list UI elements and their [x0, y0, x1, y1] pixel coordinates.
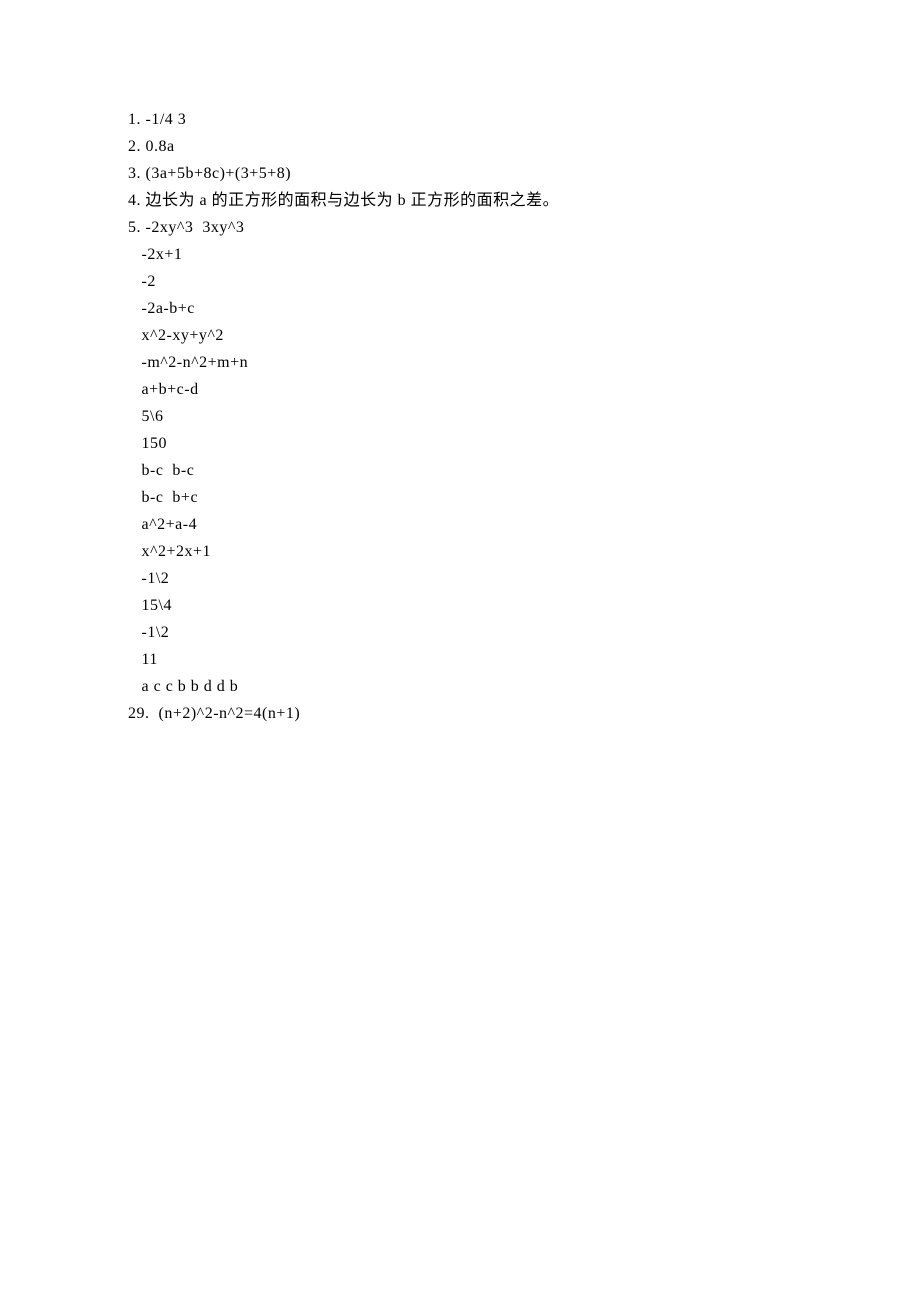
answer-line-7: -2 — [128, 270, 920, 294]
answer-line-18: -1\2 — [128, 567, 920, 591]
answer-line-19: 15\4 — [128, 594, 920, 618]
answer-line-13: 150 — [128, 432, 920, 456]
document-body: 1. -1/4 3 2. 0.8a 3. (3a+5b+8c)+(3+5+8) … — [128, 108, 920, 726]
answer-line-4: 4. 边长为 a 的正方形的面积与边长为 b 正方形的面积之差。 — [128, 189, 920, 213]
answer-line-20: -1\2 — [128, 621, 920, 645]
answer-line-1: 1. -1/4 3 — [128, 108, 920, 132]
answer-line-12: 5\6 — [128, 405, 920, 429]
answer-line-5: 5. -2xy^3 3xy^3 — [128, 216, 920, 240]
answer-line-21: 11 — [128, 648, 920, 672]
answer-line-3: 3. (3a+5b+8c)+(3+5+8) — [128, 162, 920, 186]
answer-line-8: -2a-b+c — [128, 297, 920, 321]
answer-line-17: x^2+2x+1 — [128, 540, 920, 564]
answer-line-6: -2x+1 — [128, 243, 920, 267]
answer-line-2: 2. 0.8a — [128, 135, 920, 159]
answer-line-22: a c c b b d d b — [128, 675, 920, 699]
answer-line-23: 29. (n+2)^2-n^2=4(n+1) — [128, 702, 920, 726]
answer-line-16: a^2+a-4 — [128, 513, 920, 537]
answer-line-15: b-c b+c — [128, 486, 920, 510]
answer-line-9: x^2-xy+y^2 — [128, 324, 920, 348]
answer-line-10: -m^2-n^2+m+n — [128, 351, 920, 375]
answer-line-14: b-c b-c — [128, 459, 920, 483]
answer-line-11: a+b+c-d — [128, 378, 920, 402]
